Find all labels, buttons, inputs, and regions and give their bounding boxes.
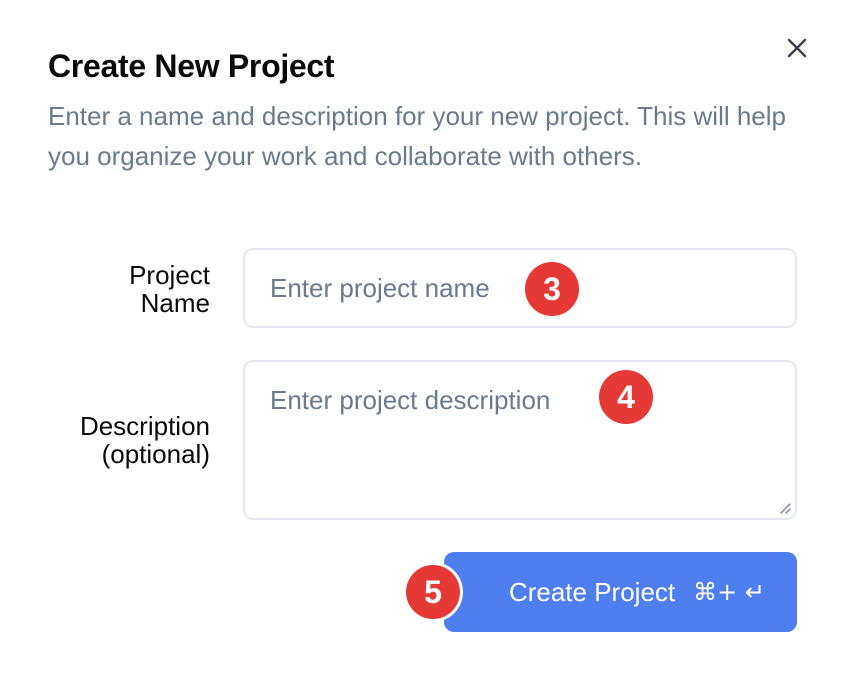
dialog-title: Create New Project: [48, 48, 335, 84]
project-name-label: Project Name: [90, 261, 210, 317]
project-name-input[interactable]: Enter project name: [243, 248, 797, 328]
create-project-button[interactable]: Create Project ⌘+ ↵: [444, 552, 797, 632]
project-name-label-text: Project Name: [129, 260, 210, 318]
annotation-badge-4: 4: [599, 370, 653, 424]
create-project-dialog: Create New Project Enter a name and desc…: [0, 0, 844, 680]
resize-handle-icon[interactable]: [777, 500, 791, 514]
keyboard-shortcut: ⌘+ ↵: [693, 578, 765, 606]
project-name-placeholder: Enter project name: [270, 273, 490, 303]
dialog-description: Enter a name and description for your ne…: [48, 101, 787, 171]
description-label: Description (optional): [50, 412, 210, 468]
annotation-badge-5: 5: [406, 565, 460, 619]
description-label-text: Description (optional): [79, 411, 210, 469]
project-description-textarea[interactable]: Enter project description: [243, 360, 797, 520]
create-project-button-label: Create Project: [508, 576, 676, 607]
project-description-placeholder: Enter project description: [270, 385, 551, 415]
annotation-badge-3: 3: [525, 262, 579, 316]
close-icon: [787, 38, 807, 58]
close-button[interactable]: [783, 34, 811, 62]
